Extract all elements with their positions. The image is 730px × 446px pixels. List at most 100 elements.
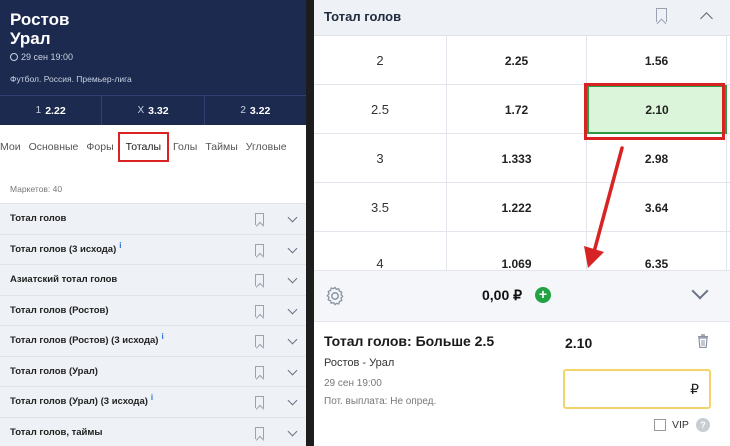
market-label: Тотал голов (Ростов) (3 исхода)	[10, 335, 159, 347]
market-tabs: Мои Основные Форы Тоталы Голы Таймы Угло…	[0, 125, 306, 169]
league-name: Футбол. Россия. Премьер-лига	[10, 74, 132, 84]
info-icon[interactable]: i	[161, 332, 163, 341]
bookmark-icon[interactable]	[255, 304, 264, 317]
tab-my[interactable]: Мои	[0, 141, 25, 153]
markets-count: Маркетов: 40	[10, 184, 63, 194]
tab-corners[interactable]: Угловые	[242, 141, 291, 153]
market-label: Тотал голов (3 исхода)	[10, 243, 117, 255]
chevron-down-icon[interactable]	[287, 304, 298, 314]
market-label: Азиатский тотал голов	[10, 274, 118, 286]
totals-panel: Тотал голов 2 2.25 1.56 2.5 1.72 2.10 3 …	[314, 0, 730, 446]
odd-away[interactable]: 2 3.22	[205, 96, 306, 125]
odd-value: 3.22	[249, 104, 271, 117]
team-away: Урал	[10, 29, 51, 48]
bet-odd: 2.10	[565, 335, 593, 351]
stake-input[interactable]	[563, 369, 711, 409]
bookmark-icon[interactable]	[255, 335, 264, 347]
market-row[interactable]: Тотал голов (Ростов) (3 исхода) i	[0, 325, 306, 356]
chevron-down-icon[interactable]	[287, 212, 298, 223]
chevron-down-icon[interactable]	[287, 426, 298, 436]
market-row[interactable]: Азиатский тотал голов	[0, 264, 306, 295]
market-row[interactable]: Тотал голов, таймы	[0, 416, 306, 446]
odd-home[interactable]: 1 2.22	[0, 96, 103, 125]
bet-datetime: 29 сен 19:00	[324, 378, 382, 389]
market-label: Тотал голов, таймы	[10, 426, 103, 438]
market-label: Тотал голов (Урал) (3 исхода)	[10, 396, 148, 408]
tab-main[interactable]: Основные	[25, 141, 83, 153]
tab-totals[interactable]: Тоталы	[117, 132, 170, 162]
match-datetime: 29 сен 19:00	[10, 52, 73, 62]
market-label: Тотал голов (Ростов)	[10, 304, 109, 316]
chevron-down-icon[interactable]	[691, 282, 709, 300]
help-icon[interactable]: ?	[696, 418, 710, 432]
bookmark-icon[interactable]	[255, 243, 264, 256]
bet-match: Ростов - Урал	[324, 357, 395, 369]
team-home: Ростов	[10, 10, 70, 29]
tab-goals[interactable]: Голы	[169, 141, 201, 153]
market-row[interactable]: Тотал голов (Урал)	[0, 355, 306, 386]
bookmark-icon[interactable]	[255, 274, 264, 286]
market-row[interactable]: Тотал голов	[0, 203, 306, 234]
chevron-up-icon[interactable]	[700, 12, 713, 25]
info-icon[interactable]: i	[151, 393, 153, 402]
total-line: 2	[314, 36, 447, 85]
odd-label: 1	[35, 105, 42, 116]
total-line: 2.5	[314, 85, 447, 134]
odd-over[interactable]: 1.56	[587, 36, 727, 85]
market-row[interactable]: Тотал голов (Ростов)	[0, 294, 306, 325]
market-label: Тотал голов	[10, 213, 67, 225]
info-icon[interactable]: i	[119, 241, 121, 250]
market-row[interactable]: Тотал голов (3 исхода) i	[0, 233, 306, 264]
match-panel: Ростов Урал 29 сен 19:00 Футбол. Россия.…	[0, 0, 306, 446]
potential-payout: Пот. выплата: Не опред.	[324, 396, 437, 407]
bet-selection-title: Тотал голов: Больше 2.5	[324, 333, 495, 349]
panel-divider	[306, 0, 314, 446]
main-odds-bar: 1 2.22 X 3.32 2 3.22	[0, 95, 306, 125]
chevron-down-icon[interactable]	[287, 243, 298, 253]
add-funds-button[interactable]: +	[535, 287, 551, 303]
odd-label: X	[137, 105, 145, 116]
bet-slip-bar: 0,00 ₽ +	[314, 270, 730, 322]
totals-row: 2 2.25 1.56	[314, 36, 730, 85]
odd-draw[interactable]: X 3.32	[102, 96, 205, 125]
odd-value: 3.32	[148, 104, 169, 117]
chevron-down-icon[interactable]	[287, 273, 298, 284]
match-header: Ростов Урал 29 сен 19:00 Футбол. Россия.…	[0, 0, 306, 95]
totals-header[interactable]: Тотал голов	[314, 0, 730, 36]
tab-halves[interactable]: Таймы	[201, 141, 241, 153]
totals-row: 3.5 1.222 3.64	[314, 183, 730, 232]
gear-icon[interactable]	[324, 285, 346, 307]
bookmark-icon[interactable]	[255, 426, 264, 439]
bookmark-icon[interactable]	[255, 213, 264, 225]
clock-icon	[10, 53, 18, 61]
market-label: Тотал голов (Урал)	[10, 365, 98, 377]
totals-row: 3 1.333 2.98	[314, 134, 730, 183]
odd-under[interactable]: 1.333	[447, 134, 587, 183]
app-root: Ростов Урал 29 сен 19:00 Футбол. Россия.…	[0, 0, 730, 446]
balance-amount: 0,00 ₽	[482, 287, 523, 303]
chevron-down-icon[interactable]	[287, 365, 298, 375]
vip-checkbox[interactable]	[654, 419, 666, 431]
odd-under[interactable]: 1.72	[447, 85, 587, 134]
total-line: 3.5	[314, 183, 447, 232]
bookmark-icon[interactable]	[255, 396, 264, 408]
trash-icon[interactable]	[697, 334, 709, 348]
total-line: 3	[314, 134, 447, 183]
odd-under[interactable]: 2.25	[447, 36, 587, 85]
bookmark-icon[interactable]	[255, 365, 264, 378]
markets-list: Тотал голов Тотал голов (3 исхода) i Азиа…	[0, 203, 306, 446]
odd-value: 2.22	[45, 104, 66, 117]
market-row[interactable]: Тотал голов (Урал) (3 исхода) i	[0, 386, 306, 417]
selection-highlight-box	[584, 83, 725, 140]
annotation-arrow-icon	[584, 146, 624, 268]
vip-label: VIP	[672, 419, 689, 431]
match-datetime-text: 29 сен 19:00	[21, 52, 74, 62]
odd-under[interactable]: 1.222	[447, 183, 587, 232]
totals-grid: 2 2.25 1.56 2.5 1.72 2.10 3 1.333 2.98 3…	[314, 36, 730, 281]
tab-handicaps[interactable]: Форы	[82, 141, 117, 153]
bookmark-icon[interactable]	[656, 8, 667, 22]
odd-label: 2	[240, 105, 246, 116]
chevron-down-icon[interactable]	[287, 395, 298, 406]
chevron-down-icon[interactable]	[287, 334, 298, 345]
totals-title: Тотал голов	[324, 9, 402, 24]
